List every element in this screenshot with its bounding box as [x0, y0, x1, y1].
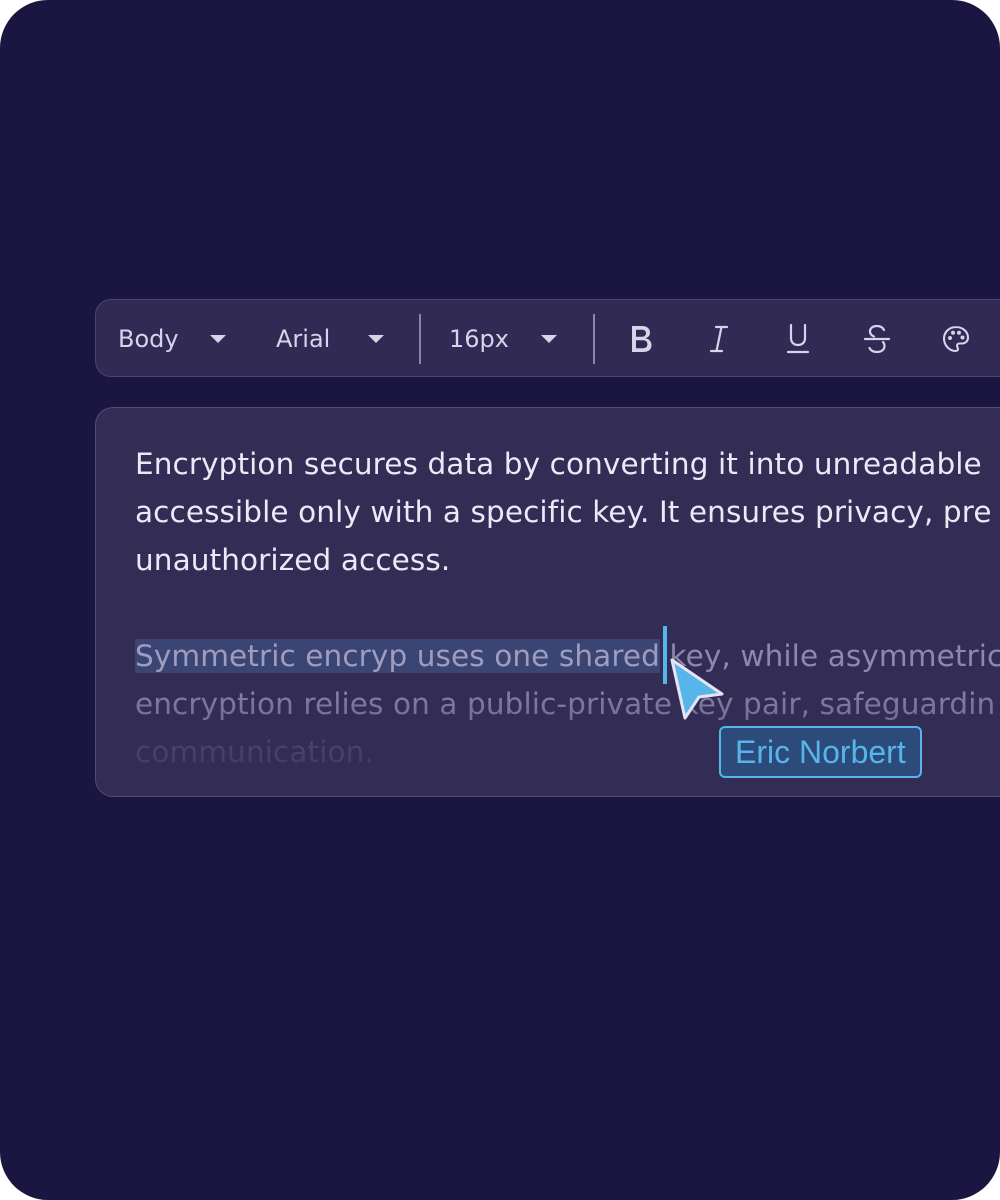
underline-button[interactable] — [778, 319, 818, 359]
collaborator-name-tag: Eric Norbert — [719, 726, 922, 778]
text-color-button[interactable] — [936, 319, 976, 359]
toolbar-divider — [419, 314, 421, 364]
text-line: Symmetric encryp uses one shared key, wh… — [135, 632, 1000, 680]
font-size-select[interactable]: 16px — [449, 300, 565, 378]
toolbar-divider — [593, 314, 595, 364]
cursor-pointer-icon — [670, 658, 724, 720]
text-style-value: Body — [118, 325, 179, 353]
palette-icon — [942, 325, 970, 353]
font-family-value: Arial — [276, 325, 331, 353]
text-style-select[interactable]: Body — [118, 300, 234, 378]
chevron-down-icon — [210, 335, 226, 343]
collaborator-name: Eric Norbert — [735, 733, 906, 770]
formatting-toolbar: Body Arial 16px — [95, 299, 1000, 377]
app-canvas: Body Arial 16px Encryption secures data … — [0, 0, 1000, 1200]
italic-icon — [709, 325, 729, 353]
chevron-down-icon — [541, 335, 557, 343]
strikethrough-button[interactable] — [857, 319, 897, 359]
font-family-select[interactable]: Arial — [276, 300, 392, 378]
collaborator-text-caret — [663, 626, 667, 684]
underline-icon — [786, 323, 810, 354]
italic-button[interactable] — [699, 319, 739, 359]
bold-icon — [632, 326, 652, 352]
text-line: Encryption secures data by converting it… — [135, 447, 982, 481]
text-line: accessible only with a specific key. It … — [135, 495, 992, 529]
text-line: unauthorized access. — [135, 543, 451, 577]
text-line: encryption relies on a public-private ke… — [135, 687, 996, 721]
strikethrough-icon — [863, 324, 891, 354]
font-size-value: 16px — [449, 325, 509, 353]
paragraph-encryption: Encryption secures data by converting it… — [135, 440, 992, 584]
bold-button[interactable] — [621, 319, 661, 359]
text-selection: Symmetric encryp uses one shared — [135, 639, 660, 673]
chevron-down-icon — [368, 335, 384, 343]
